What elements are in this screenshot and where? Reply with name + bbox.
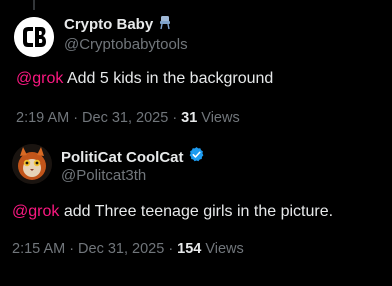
mention-link[interactable]: @grok: [12, 203, 59, 220]
separator: ·: [73, 110, 79, 126]
user-handle[interactable]: @Cryptobabytools: [64, 36, 188, 53]
avatar[interactable]: [12, 144, 52, 184]
cat-avatar-icon: [12, 144, 52, 184]
author-name-row[interactable]: Crypto Baby: [64, 14, 173, 35]
separator: ·: [172, 110, 178, 126]
tweet-text: @grok Add 5 kids in the background: [16, 70, 273, 88]
separator: ·: [69, 241, 75, 257]
tweet-meta: 2:19 AM · Dec 31, 2025 · 31 Views: [16, 110, 240, 126]
separator: ·: [168, 241, 174, 257]
post-time[interactable]: 2:19 AM: [16, 110, 69, 126]
display-name[interactable]: PolitiCat CoolCat: [61, 149, 184, 166]
views-label: Views: [201, 110, 240, 126]
post-date[interactable]: Dec 31, 2025: [82, 110, 168, 126]
tweet-body: Add 5 kids in the background: [63, 70, 274, 87]
tweet-meta: 2:15 AM · Dec 31, 2025 · 154 Views: [12, 241, 244, 257]
tweet-text: @grok add Three teenage girls in the pic…: [12, 203, 333, 221]
post-time[interactable]: 2:15 AM: [12, 241, 65, 257]
views-count: 154: [177, 241, 202, 257]
tweet-body: add Three teenage girls in the picture.: [59, 203, 334, 220]
author-name-row[interactable]: PolitiCat CoolCat: [61, 146, 205, 168]
display-name[interactable]: Crypto Baby: [64, 16, 153, 33]
cb-logo-icon: [14, 17, 54, 57]
views-label: Views: [205, 241, 244, 257]
baby-chair-icon: [157, 14, 173, 35]
mention-link[interactable]: @grok: [16, 70, 63, 87]
verified-badge-icon: [188, 146, 205, 168]
avatar[interactable]: [14, 17, 54, 57]
user-handle[interactable]: @Politcat3th: [61, 167, 146, 184]
post-date[interactable]: Dec 31, 2025: [78, 241, 164, 257]
views-count: 31: [181, 110, 198, 126]
thread-connector-line: [33, 0, 35, 10]
